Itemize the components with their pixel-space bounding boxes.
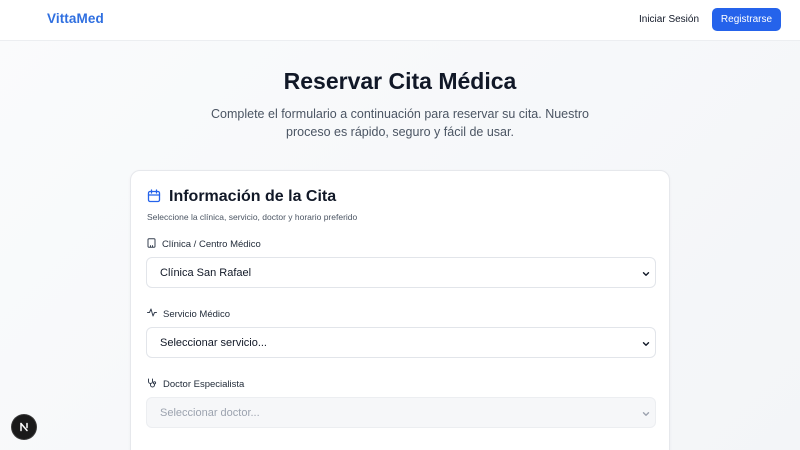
doctor-select[interactable]: Seleccionar doctor... <box>146 397 656 428</box>
dev-tools-button[interactable] <box>12 415 36 439</box>
register-button[interactable]: Registrarse <box>712 8 781 31</box>
activity-icon <box>147 308 157 320</box>
chevron-down-icon <box>642 339 650 351</box>
service-select[interactable]: Seleccionar servicio... <box>146 327 656 358</box>
page-title: Reservar Cita Médica <box>283 68 517 94</box>
chevron-down-icon <box>642 269 650 281</box>
appointment-card: Información de la Cita Seleccione la clí… <box>130 170 670 450</box>
login-link[interactable]: Iniciar Sesión <box>639 14 699 25</box>
card-subtitle: Seleccione la clínica, servicio, doctor … <box>147 212 358 222</box>
top-navbar: VittaMed Iniciar Sesión Registrarse <box>0 0 800 41</box>
service-field-label: Servicio Médico <box>147 308 230 320</box>
page-description: Complete el formulario a continuación pa… <box>211 107 589 139</box>
brand-logo[interactable]: VittaMed <box>47 11 104 26</box>
calendar-icon <box>147 189 161 208</box>
doctor-field-label: Doctor Especialista <box>147 378 244 391</box>
clinic-field-label: Clínica / Centro Médico <box>147 238 261 251</box>
chevron-down-icon <box>642 409 650 421</box>
stethoscope-icon <box>147 378 157 391</box>
clinic-select[interactable]: Clínica San Rafael <box>146 257 656 288</box>
card-title: Información de la Cita <box>169 188 337 205</box>
building-icon <box>147 238 156 251</box>
